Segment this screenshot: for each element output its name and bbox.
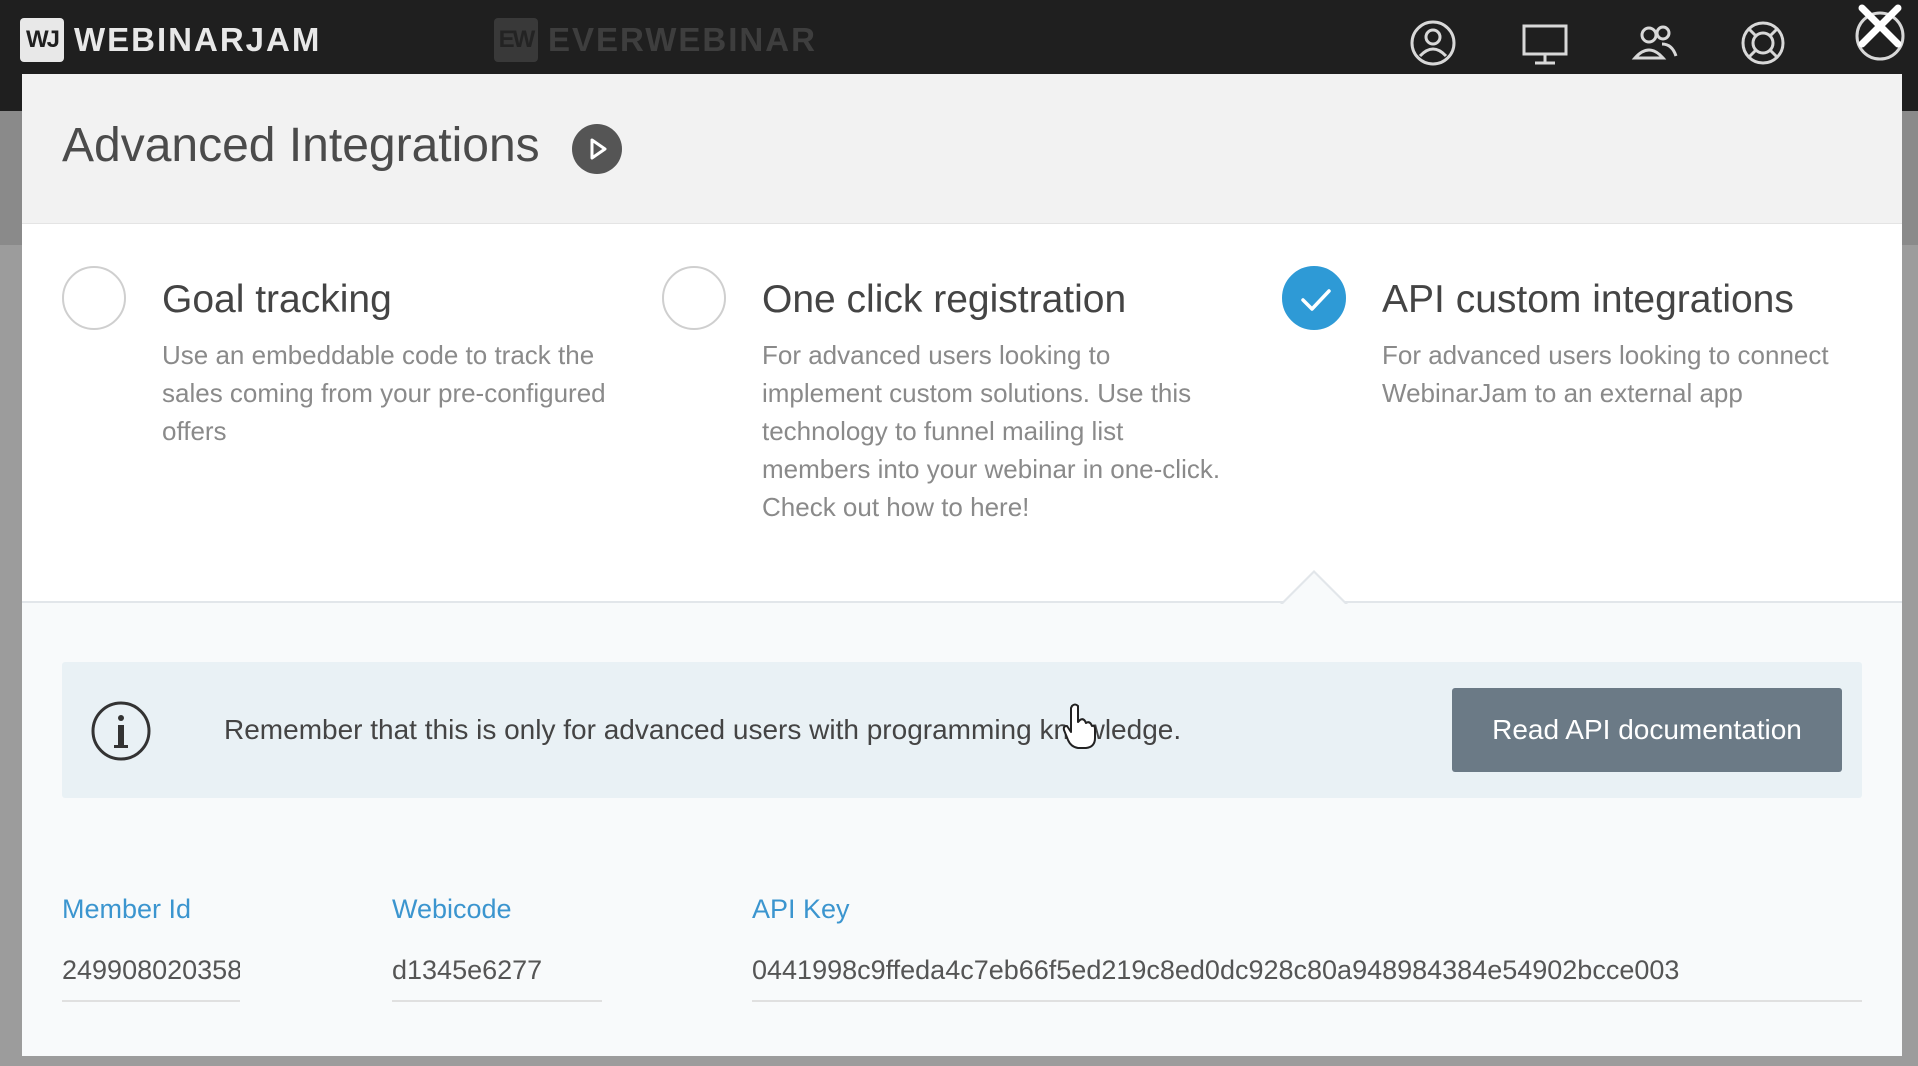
option-title: One click registration bbox=[762, 278, 1127, 321]
option-description: For advanced users looking to implement … bbox=[762, 340, 1221, 522]
user-circle-icon[interactable] bbox=[1408, 18, 1458, 68]
info-icon bbox=[90, 700, 152, 762]
advanced-users-notice: Remember that this is only for advanced … bbox=[62, 662, 1862, 798]
member-id-value[interactable]: 249908020358 bbox=[62, 955, 240, 1002]
webinarjam-logo-mark: WJ bbox=[20, 18, 64, 62]
everwebinar-logo[interactable]: EW EVERWEBINAR bbox=[494, 18, 817, 62]
users-icon[interactable] bbox=[1630, 18, 1680, 68]
option-title: Goal tracking bbox=[162, 278, 392, 321]
checkmark-icon bbox=[1301, 289, 1331, 311]
modal-header: Advanced Integrations bbox=[22, 74, 1902, 224]
everwebinar-logo-mark: EW bbox=[494, 18, 538, 62]
everwebinar-logo-text: EVERWEBINAR bbox=[548, 21, 817, 58]
one-click-registration-radio[interactable] bbox=[662, 266, 726, 330]
notice-text: Remember that this is only for advanced … bbox=[224, 714, 1182, 745]
webicode-value[interactable]: d1345e6277 bbox=[392, 955, 602, 1002]
api-key-value[interactable]: 0441998c9ffeda4c7eb66f5ed219c8ed0dc928c8… bbox=[752, 955, 1862, 1002]
hand-cursor-icon bbox=[1062, 702, 1096, 750]
read-api-documentation-button[interactable]: Read API documentation bbox=[1452, 688, 1842, 772]
section-divider bbox=[22, 601, 1902, 603]
api-custom-integrations-radio[interactable] bbox=[1282, 266, 1346, 330]
monitor-icon[interactable] bbox=[1520, 18, 1570, 68]
webinarjam-logo[interactable]: WJ WEBINARJAM bbox=[20, 18, 321, 62]
selected-option-pointer-fill bbox=[1282, 573, 1346, 605]
api-key-label: API Key bbox=[752, 894, 850, 924]
api-key-field: API Key 0441998c9ffeda4c7eb66f5ed219c8ed… bbox=[752, 894, 1862, 1002]
webinarjam-logo-text: WEBINARJAM bbox=[74, 21, 322, 58]
goal-tracking-radio[interactable] bbox=[62, 266, 126, 330]
webicode-label: Webicode bbox=[392, 894, 512, 924]
close-icon[interactable] bbox=[1848, 0, 1912, 66]
member-id-label: Member Id bbox=[62, 894, 192, 924]
option-description: Use an embeddable code to track the sale… bbox=[162, 340, 606, 446]
option-description: For advanced users looking to connect We… bbox=[1382, 340, 1829, 408]
option-title: API custom integrations bbox=[1382, 278, 1794, 321]
modal-title: Advanced Integrations bbox=[62, 119, 540, 172]
play-icon bbox=[590, 138, 607, 160]
member-id-field: Member Id 249908020358 bbox=[62, 894, 240, 1002]
lifebuoy-icon[interactable] bbox=[1738, 18, 1788, 68]
play-video-button[interactable] bbox=[572, 124, 622, 174]
advanced-integrations-modal: Advanced Integrations Goal tracking Use … bbox=[22, 74, 1902, 1056]
webicode-field: Webicode d1345e6277 bbox=[392, 894, 602, 1002]
